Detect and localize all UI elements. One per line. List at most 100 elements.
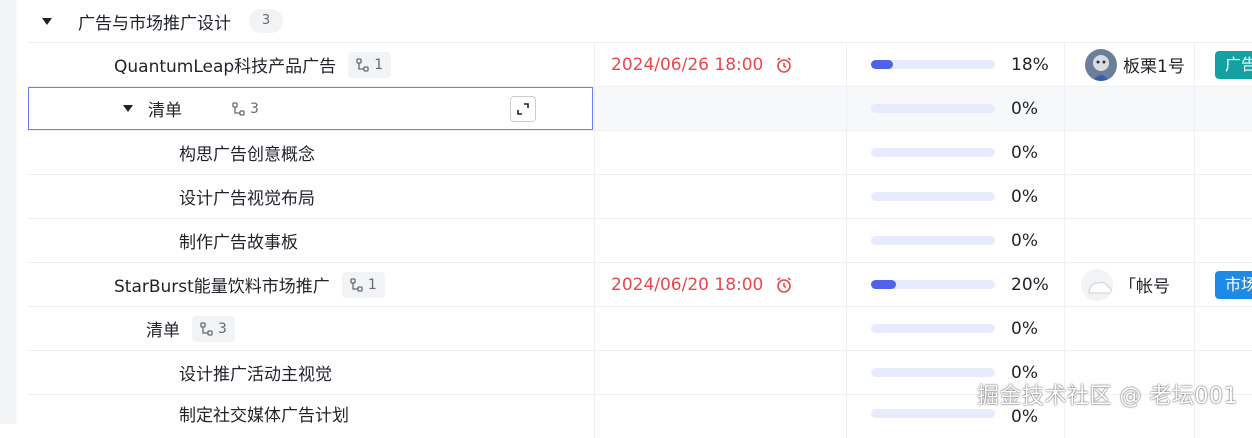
due-date-cell[interactable]: 2024/06/26 18:00 <box>594 43 846 86</box>
alarm-clock-icon <box>775 276 793 294</box>
subtask-count-badge[interactable]: 1 <box>348 51 392 78</box>
task-name-cell[interactable]: 制作广告故事板 <box>28 219 593 262</box>
tag-cell[interactable] <box>1194 219 1252 262</box>
collapse-caret-icon[interactable] <box>123 105 133 112</box>
table-row[interactable]: 清单 3 0% <box>28 307 1252 351</box>
alarm-clock-icon <box>775 56 793 74</box>
table-row[interactable]: StarBurst能量饮料市场推广 1 2024/06/20 18:00 20%… <box>28 263 1252 307</box>
task-name: 构思广告创意概念 <box>179 145 315 165</box>
progress-bar <box>871 104 995 113</box>
assignee-cell[interactable] <box>1064 307 1194 350</box>
assignee-name: 「帐号 <box>1119 277 1170 297</box>
task-name: QuantumLeap科技产品广告 <box>114 57 337 77</box>
table-row[interactable]: 设计广告视觉布局 0% <box>28 175 1252 219</box>
table-row[interactable]: 制作广告故事板 0% <box>28 219 1252 263</box>
subtask-tree-icon <box>200 321 213 336</box>
subtask-count-badge[interactable]: 3 <box>224 96 267 122</box>
progress-fill <box>871 280 896 289</box>
progress-bar <box>871 280 995 289</box>
progress-cell: 0% <box>846 175 1064 218</box>
task-name: 制定社交媒体广告计划 <box>179 406 349 426</box>
subtask-count: 1 <box>367 276 377 293</box>
table-row[interactable]: QuantumLeap科技产品广告 1 2024/06/26 18:00 18%… <box>28 43 1252 87</box>
subtask-count-badge[interactable]: 1 <box>341 271 385 298</box>
group-count-badge: 3 <box>249 9 283 33</box>
progress-percent: 0% <box>1011 230 1038 251</box>
progress-percent: 0% <box>1011 318 1038 339</box>
task-name-cell[interactable]: 设计推广活动主视觉 <box>28 351 593 394</box>
assignee-name: 板栗1号 <box>1123 57 1185 77</box>
left-panel-shadow <box>14 0 26 424</box>
subtask-count: 3 <box>218 320 227 337</box>
group-title: 广告与市场推广设计 <box>78 13 231 34</box>
subtask-tree-icon <box>232 101 245 116</box>
tag-cell[interactable] <box>1194 131 1252 174</box>
assignee-cell[interactable]: 板栗1号 <box>1064 43 1194 86</box>
progress-cell: 0% <box>846 307 1064 350</box>
collapse-caret-icon[interactable] <box>42 17 52 25</box>
due-date-cell[interactable] <box>594 395 846 438</box>
progress-percent: 0% <box>1011 407 1038 427</box>
progress-bar <box>871 192 995 201</box>
progress-percent: 20% <box>1011 274 1049 295</box>
left-panel-edge <box>0 0 14 424</box>
assignee-cell[interactable]: 「帐号 <box>1064 263 1194 306</box>
progress-cell: 18% <box>846 43 1064 86</box>
assignee-cell[interactable] <box>1064 87 1194 130</box>
watermark: 掘金技术社区 @ 老坛001 <box>977 384 1238 409</box>
due-date-cell[interactable] <box>594 175 846 218</box>
category-tag: 市场 <box>1215 270 1252 299</box>
table-row[interactable]: 清单 3 0% <box>28 87 1252 131</box>
progress-cell: 20% <box>846 263 1064 306</box>
tag-cell[interactable] <box>1194 87 1252 130</box>
avatar <box>1085 48 1117 81</box>
due-date-cell[interactable] <box>594 307 846 350</box>
progress-bar <box>871 368 995 377</box>
due-date-cell[interactable]: 2024/06/20 18:00 <box>594 263 846 306</box>
assignee-cell[interactable] <box>1064 131 1194 174</box>
due-date: 2024/06/26 18:00 <box>611 54 764 75</box>
task-name: 设计推广活动主视觉 <box>179 365 332 385</box>
tag-cell[interactable]: 市场 <box>1194 263 1252 306</box>
subtask-count: 1 <box>374 56 384 73</box>
task-name-cell[interactable]: 清单 3 <box>28 307 593 350</box>
progress-bar <box>871 409 995 418</box>
subtask-tree-icon <box>356 57 369 72</box>
progress-cell: 0% <box>846 219 1064 262</box>
group-header-row[interactable]: 广告与市场推广设计 3 <box>28 0 1252 43</box>
task-name-cell[interactable]: 制定社交媒体广告计划 <box>28 395 593 438</box>
category-tag: 广告 <box>1215 50 1252 79</box>
task-name-cell[interactable]: QuantumLeap科技产品广告 1 <box>28 43 593 86</box>
progress-percent: 0% <box>1011 142 1038 163</box>
progress-bar <box>871 236 995 245</box>
tag-cell[interactable]: 广告 <box>1194 43 1252 86</box>
task-name-cell-selected[interactable]: 清单 3 <box>28 87 593 130</box>
table-row[interactable]: 构思广告创意概念 0% <box>28 131 1252 175</box>
expand-icon <box>517 102 529 115</box>
assignee-cell[interactable] <box>1064 175 1194 218</box>
progress-bar <box>871 324 995 333</box>
due-date-cell[interactable] <box>594 87 846 130</box>
progress-fill <box>871 60 894 69</box>
due-date-cell[interactable] <box>594 351 846 394</box>
task-name-cell[interactable]: StarBurst能量饮料市场推广 1 <box>28 263 593 306</box>
due-date-cell[interactable] <box>594 219 846 262</box>
due-date: 2024/06/20 18:00 <box>611 274 764 295</box>
task-name: StarBurst能量饮料市场推广 <box>114 277 330 297</box>
task-name-cell[interactable]: 构思广告创意概念 <box>28 131 593 174</box>
progress-percent: 18% <box>1011 54 1049 75</box>
subtask-count-badge[interactable]: 3 <box>192 315 235 342</box>
expand-detail-button[interactable] <box>510 95 536 122</box>
progress-percent: 0% <box>1011 98 1038 119</box>
progress-bar <box>871 148 995 157</box>
task-table: 广告与市场推广设计 3 QuantumLeap科技产品广告 1 2024/06/… <box>28 0 1252 438</box>
tag-cell[interactable] <box>1194 175 1252 218</box>
task-name-cell[interactable]: 设计广告视觉布局 <box>28 175 593 218</box>
assignee-cell[interactable] <box>1064 219 1194 262</box>
progress-cell: 0% <box>846 131 1064 174</box>
tag-cell[interactable] <box>1194 307 1252 350</box>
due-date-cell[interactable] <box>594 131 846 174</box>
task-name: 清单 <box>148 101 182 121</box>
group-header: 广告与市场推广设计 3 <box>28 0 1252 42</box>
progress-bar <box>871 60 995 69</box>
